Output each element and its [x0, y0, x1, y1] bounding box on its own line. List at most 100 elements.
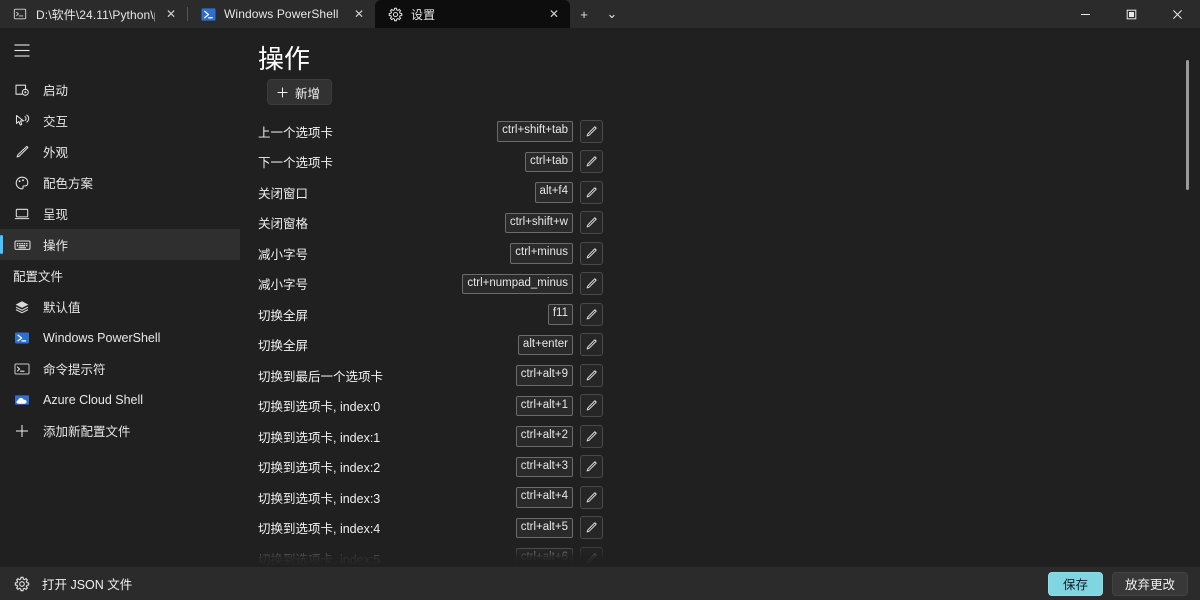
sidebar-item-label: 启动 [43, 80, 68, 99]
minimize-button[interactable] [1062, 0, 1108, 28]
edit-action-button[interactable] [580, 333, 603, 356]
save-button[interactable]: 保存 [1048, 572, 1103, 596]
key-chord-badge[interactable]: ctrl+alt+5 [516, 518, 573, 539]
add-action-button[interactable]: 新增 [267, 79, 332, 105]
edit-action-button[interactable] [580, 242, 603, 265]
discard-changes-button[interactable]: 放弃更改 [1112, 572, 1188, 596]
chevron-down-icon[interactable]: ⌄ [598, 0, 626, 28]
edit-action-button[interactable] [580, 547, 603, 567]
sidebar-item-add-new-profile[interactable]: 添加新配置文件 [0, 415, 240, 446]
action-row-controls: ctrl+tab [525, 150, 1200, 173]
key-chord-badge[interactable]: f11 [548, 304, 573, 325]
tab-title: 设置 [411, 6, 538, 23]
close-icon[interactable]: ✕ [351, 6, 367, 22]
sidebar-item-azure-cloud-shell[interactable]: Azure Cloud Shell [0, 384, 240, 415]
edit-action-button[interactable] [580, 272, 603, 295]
edit-action-button[interactable] [580, 211, 603, 234]
sidebar-item-rendering[interactable]: 呈现 [0, 198, 240, 229]
sidebar-item-label: 交互 [43, 111, 68, 130]
key-chord-badge[interactable]: ctrl+shift+tab [497, 121, 573, 142]
new-tab-button[interactable]: + [570, 0, 598, 28]
sidebar-item-interaction[interactable]: 交互 [0, 105, 240, 136]
action-row: 切换到选项卡, index:3 ctrl+alt+4 [255, 482, 1200, 513]
close-icon[interactable]: ✕ [163, 6, 179, 22]
action-row: 切换全屏f11 [255, 299, 1200, 330]
key-chord-badge[interactable]: ctrl+alt+9 [516, 365, 573, 386]
tab-settings[interactable]: 设置 ✕ [375, 0, 570, 28]
page-title: 操作 [258, 42, 1200, 76]
pencil-icon [585, 277, 598, 290]
action-label: 关闭窗格 [258, 213, 308, 232]
command-prompt-icon [13, 361, 31, 377]
tab-python[interactable]: D:\软件\24.11\Python\python.e ✕ [0, 0, 187, 28]
actions-page: 操作 新增 上一个选项卡 ctrl+shift+tab 下一个选项卡ctrl+tab… [240, 42, 1200, 567]
hamburger-menu-icon[interactable] [2, 32, 42, 68]
rendering-icon [13, 206, 31, 222]
action-row: 关闭窗口alt+f4 [255, 177, 1200, 208]
action-label: 切换到最后一个选项卡 [258, 366, 383, 385]
action-label: 切换到选项卡, index:5 [258, 549, 380, 567]
sidebar-item-label: 默认值 [43, 297, 81, 316]
action-label: 上一个选项卡 [258, 122, 333, 141]
action-row-controls: ctrl+alt+6 [516, 547, 1200, 567]
powershell-icon [200, 6, 216, 22]
key-chord-badge[interactable]: ctrl+alt+2 [516, 426, 573, 447]
pencil-icon [585, 186, 598, 199]
action-row-controls: ctrl+alt+3 [516, 455, 1200, 478]
action-row: 切换到选项卡, index:5 ctrl+alt+6 [255, 543, 1200, 567]
key-chord-badge[interactable]: ctrl+numpad_minus [462, 274, 573, 295]
settings-main-panel: 操作 新增 上一个选项卡 ctrl+shift+tab 下一个选项卡ctrl+tab… [240, 28, 1200, 567]
key-chord-badge[interactable]: alt+f4 [535, 182, 573, 203]
edit-action-button[interactable] [580, 150, 603, 173]
scrollbar[interactable] [1182, 28, 1194, 567]
edit-action-button[interactable] [580, 364, 603, 387]
open-json-file-link[interactable]: 打开 JSON 文件 [14, 574, 132, 593]
footer-buttons: 保存 放弃更改 [1048, 572, 1188, 596]
sidebar-item-label: Windows PowerShell [43, 331, 160, 345]
sidebar-item-defaults[interactable]: 默认值 [0, 291, 240, 322]
key-chord-badge[interactable]: alt+enter [518, 335, 573, 356]
sidebar-item-windows-powershell[interactable]: Windows PowerShell [0, 322, 240, 353]
key-chord-badge[interactable]: ctrl+minus [510, 243, 573, 264]
maximize-button[interactable] [1108, 0, 1154, 28]
edit-action-button[interactable] [580, 120, 603, 143]
interaction-icon [13, 113, 31, 129]
sidebar-item-appearance[interactable]: 外观 [0, 136, 240, 167]
edit-action-button[interactable] [580, 425, 603, 448]
scrollbar-thumb[interactable] [1186, 60, 1189, 190]
key-chord-badge[interactable]: ctrl+alt+1 [516, 396, 573, 417]
tab-title: D:\软件\24.11\Python\python.e [36, 6, 155, 23]
layers-icon [13, 299, 31, 315]
close-icon[interactable]: ✕ [546, 6, 562, 22]
sidebar-item-color-schemes[interactable]: 配色方案 [0, 167, 240, 198]
key-chord-badge[interactable]: ctrl+tab [525, 152, 573, 173]
key-chord-badge[interactable]: ctrl+shift+w [505, 213, 573, 234]
pencil-icon [585, 369, 598, 382]
key-chord-badge[interactable]: ctrl+alt+6 [516, 548, 573, 567]
action-row: 下一个选项卡ctrl+tab [255, 147, 1200, 178]
sidebar-item-actions[interactable]: 操作 [0, 229, 240, 260]
action-row: 关闭窗格 ctrl+shift+w [255, 208, 1200, 239]
action-label: 切换到选项卡, index:3 [258, 488, 380, 507]
plus-icon [13, 424, 31, 438]
edit-action-button[interactable] [580, 181, 603, 204]
action-row-controls: ctrl+alt+2 [516, 425, 1200, 448]
edit-action-button[interactable] [580, 455, 603, 478]
sidebar-item-label: 添加新配置文件 [43, 421, 131, 440]
sidebar-item-command-prompt[interactable]: 命令提示符 [0, 353, 240, 384]
tab-powershell[interactable]: Windows PowerShell ✕ [188, 0, 375, 28]
edit-action-button[interactable] [580, 486, 603, 509]
key-chord-badge[interactable]: ctrl+alt+4 [516, 487, 573, 508]
actions-list: 上一个选项卡 ctrl+shift+tab 下一个选项卡ctrl+tab关闭窗口al… [255, 116, 1200, 567]
edit-action-button[interactable] [580, 303, 603, 326]
pencil-icon [585, 552, 598, 565]
pencil-icon [585, 216, 598, 229]
close-button[interactable] [1154, 0, 1200, 28]
edit-action-button[interactable] [580, 516, 603, 539]
edit-action-button[interactable] [580, 394, 603, 417]
key-chord-badge[interactable]: ctrl+alt+3 [516, 457, 573, 478]
plus-icon [277, 87, 288, 98]
action-row-controls: f11 [548, 303, 1200, 326]
sidebar-item-startup[interactable]: 启动 [0, 74, 240, 105]
action-row-controls: ctrl+alt+5 [516, 516, 1200, 539]
